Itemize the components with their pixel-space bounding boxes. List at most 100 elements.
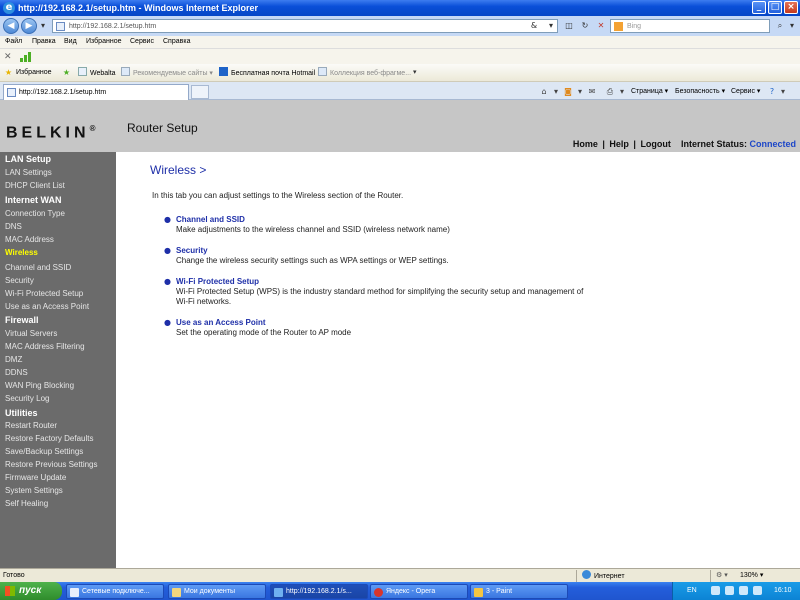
rss-icon[interactable]: ◫ xyxy=(562,20,576,32)
close-toolbar-icon[interactable]: ✕ xyxy=(4,51,12,63)
sidebar-item-system-settings[interactable]: System Settings xyxy=(5,485,63,497)
sidebar-item-access-point[interactable]: Use as an Access Point xyxy=(5,301,89,313)
menu-file[interactable]: Файл xyxy=(5,37,22,47)
help-dropdown-icon[interactable]: ▾ xyxy=(777,86,789,97)
opera-icon xyxy=(374,588,383,597)
search-input[interactable]: Bing xyxy=(610,19,770,33)
entry-heading[interactable]: Channel and SSID xyxy=(176,214,596,225)
sidebar-item-ddns[interactable]: DDNS xyxy=(5,367,28,379)
sidebar-item-wan-ping-blocking[interactable]: WAN Ping Blocking xyxy=(5,380,74,392)
sidebar-item-mac-address[interactable]: MAC Address xyxy=(5,234,54,246)
sidebar-item-channel-and-ssid[interactable]: Channel and SSID xyxy=(5,262,71,274)
start-button[interactable]: пуск xyxy=(0,582,62,600)
sidebar-item-restore-factory-defaults[interactable]: Restore Factory Defaults xyxy=(5,433,93,445)
compatibility-icon[interactable]: & xyxy=(524,20,544,32)
sidebar-section-lan-setup[interactable]: LAN Setup xyxy=(5,153,51,165)
menu-help[interactable]: Справка xyxy=(163,37,190,47)
sidebar-item-security[interactable]: Security xyxy=(5,275,34,287)
stop-icon[interactable]: ✕ xyxy=(594,20,608,32)
title-bar: e http://192.168.2.1/setup.htm - Windows… xyxy=(0,0,800,16)
bullet-icon: ● xyxy=(164,215,171,224)
safety-menu[interactable]: Безопасность ▾ xyxy=(675,86,725,97)
sidebar-section-firewall[interactable]: Firewall xyxy=(5,314,39,326)
menu-view[interactable]: Вид xyxy=(64,37,77,47)
product-title: Router Setup xyxy=(127,121,198,135)
sidebar-section-wireless[interactable]: Wireless xyxy=(5,247,38,259)
refresh-icon[interactable]: ↻ xyxy=(578,20,592,32)
entry-heading[interactable]: Use as an Access Point xyxy=(176,317,596,328)
tray-volume-icon[interactable] xyxy=(739,586,748,595)
print-icon[interactable]: ⎙ xyxy=(604,86,616,97)
sidebar-item-dmz[interactable]: DMZ xyxy=(5,354,22,366)
fav-link-hotmail[interactable]: Бесплатная почта Hotmail xyxy=(219,67,315,79)
sidebar-item-wifi-protected-setup[interactable]: Wi-Fi Protected Setup xyxy=(5,288,83,300)
fav-link-webslices[interactable]: Коллекция веб-фрагме... xyxy=(318,67,411,79)
back-button[interactable]: ◀ xyxy=(3,18,19,34)
page-icon xyxy=(121,67,130,76)
zoom-level[interactable]: 130% ▾ xyxy=(740,570,763,582)
search-icon[interactable]: ⌕ xyxy=(774,20,786,32)
sidebar-item-mac-address-filtering[interactable]: MAC Address Filtering xyxy=(5,341,85,353)
search-dropdown-icon[interactable]: ▾ xyxy=(787,20,797,32)
address-url[interactable]: http://192.168.2.1/setup.htm xyxy=(69,21,156,32)
fav-link-webalta[interactable]: Webalta xyxy=(78,67,116,79)
menu-favorites[interactable]: Избранное xyxy=(86,37,121,47)
menu-edit[interactable]: Правка xyxy=(32,37,56,47)
taskbar-item-ie[interactable]: http://192.168.2.1/s... xyxy=(270,584,368,599)
logout-link[interactable]: Logout xyxy=(640,139,671,149)
sidebar-item-lan-settings[interactable]: LAN Settings xyxy=(5,167,52,179)
language-indicator[interactable]: EN xyxy=(687,585,697,597)
sidebar-item-security-log[interactable]: Security Log xyxy=(5,393,49,405)
taskbar-item-paint[interactable]: 3 - Paint xyxy=(470,584,568,599)
home-icon[interactable]: ⌂ xyxy=(538,86,550,97)
forward-button[interactable]: ▶ xyxy=(21,18,37,34)
add-favorite-icon[interactable]: ★ xyxy=(62,67,74,79)
sidebar-section-utilities[interactable]: Utilities xyxy=(5,407,38,419)
sidebar-item-restart-router[interactable]: Restart Router xyxy=(5,420,57,432)
router-header: BELKIN® Router Setup Home | Help | Logou… xyxy=(0,100,800,152)
tools-menu[interactable]: Сервис ▾ xyxy=(731,86,760,97)
protected-mode-icon[interactable]: ⚙ ▾ xyxy=(716,570,728,582)
entry-heading[interactable]: Wi-Fi Protected Setup xyxy=(176,276,596,287)
sidebar-item-dhcp-client-list[interactable]: DHCP Client List xyxy=(5,180,65,192)
page-menu[interactable]: Страница ▾ xyxy=(631,86,668,97)
sidebar-item-virtual-servers[interactable]: Virtual Servers xyxy=(5,328,57,340)
maximize-button[interactable]: □ xyxy=(768,1,782,14)
sidebar-item-firmware-update[interactable]: Firmware Update xyxy=(5,472,66,484)
favorites-button[interactable]: ★ Избранное xyxy=(4,67,52,79)
sidebar-item-self-healing[interactable]: Self Healing xyxy=(5,498,48,510)
divider xyxy=(710,570,711,582)
tray-network-icon[interactable] xyxy=(711,586,720,595)
sidebar-item-dns[interactable]: DNS xyxy=(5,221,22,233)
clock: 16:10 xyxy=(774,587,792,594)
address-dropdown-icon[interactable]: ▾ xyxy=(546,20,556,32)
fav-link-suggested[interactable]: Рекомендуемые сайты ▾ xyxy=(121,67,213,79)
entry-description: Wi-Fi Protected Setup (WPS) is the indus… xyxy=(176,287,584,306)
address-input[interactable]: http://192.168.2.1/setup.htm xyxy=(52,19,558,33)
entry-heading[interactable]: Security xyxy=(176,245,596,256)
sidebar-item-save-backup-settings[interactable]: Save/Backup Settings xyxy=(5,446,83,458)
mail-icon[interactable]: ✉ xyxy=(586,86,598,97)
home-link[interactable]: Home xyxy=(573,139,598,149)
start-label: пуск xyxy=(19,585,42,596)
menu-tools[interactable]: Сервис xyxy=(130,37,154,47)
print-dropdown-icon[interactable]: ▾ xyxy=(616,86,628,97)
tab-current[interactable]: http://192.168.2.1/setup.htm xyxy=(3,84,189,100)
minimize-button[interactable]: _ xyxy=(752,1,766,14)
taskbar-item-documents[interactable]: Мои документы xyxy=(168,584,266,599)
history-dropdown-icon[interactable]: ▾ xyxy=(38,20,48,32)
tray-security-icon[interactable] xyxy=(725,586,734,595)
sidebar-section-internet-wan[interactable]: Internet WAN xyxy=(5,194,62,206)
taskbar-item-network[interactable]: Сетевые подключе... xyxy=(66,584,164,599)
help-link[interactable]: Help xyxy=(609,139,629,149)
home-dropdown-icon[interactable]: ▾ xyxy=(550,86,562,97)
tray-app-icon[interactable] xyxy=(753,586,762,595)
taskbar-item-opera[interactable]: Яндекс - Opera xyxy=(370,584,468,599)
sidebar-item-connection-type[interactable]: Connection Type xyxy=(5,208,65,220)
fav-dropdown-icon[interactable]: ▾ xyxy=(413,67,417,79)
sidebar-item-restore-previous-settings[interactable]: Restore Previous Settings xyxy=(5,459,98,471)
close-window-button[interactable]: × xyxy=(784,1,798,14)
new-tab-button[interactable] xyxy=(191,85,209,99)
feeds-icon[interactable]: ◙ xyxy=(562,86,574,97)
feeds-dropdown-icon[interactable]: ▾ xyxy=(574,86,586,97)
